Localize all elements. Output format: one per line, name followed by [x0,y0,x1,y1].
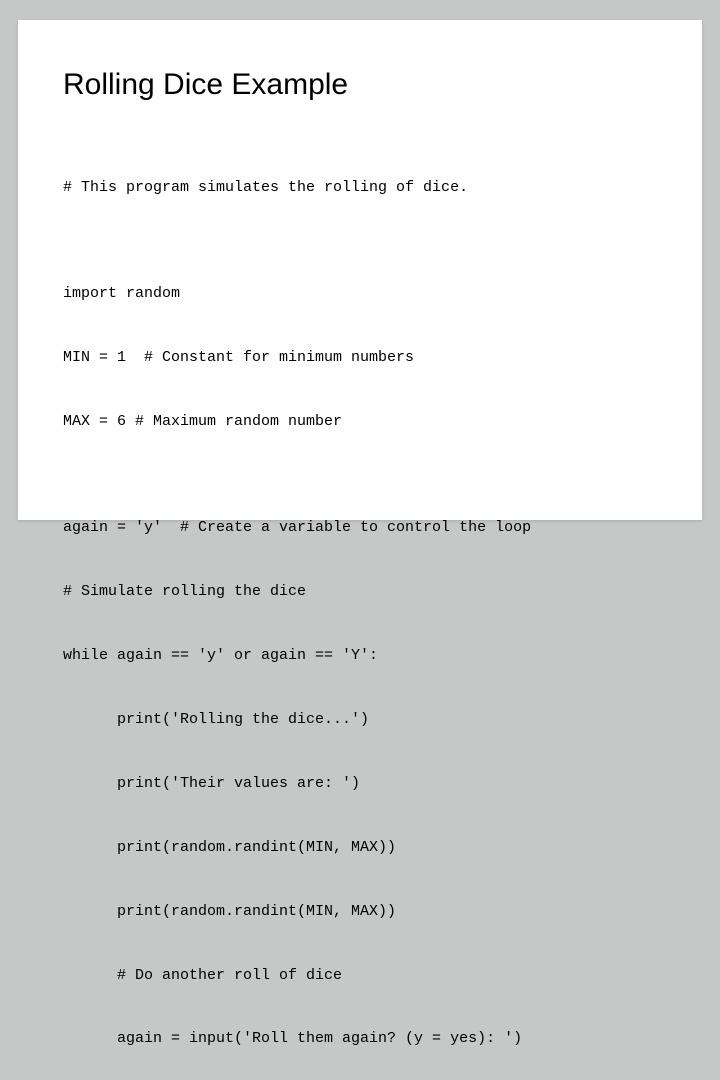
code-line: print(random.randint(MIN, MAX)) [63,901,657,922]
code-block: # This program simulates the rolling of … [63,134,657,1080]
code-line: MAX = 6 # Maximum random number [63,411,657,432]
code-line: # Simulate rolling the dice [63,581,657,602]
code-line: while again == 'y' or again == 'Y': [63,645,657,666]
code-line: again = input('Roll them again? (y = yes… [63,1028,657,1049]
slide: Rolling Dice Example # This program simu… [18,20,702,520]
code-line: print('Their values are: ') [63,773,657,794]
code-line: import random [63,283,657,304]
code-line: again = 'y' # Create a variable to contr… [63,517,657,538]
code-line: print(random.randint(MIN, MAX)) [63,837,657,858]
code-line: # Do another roll of dice [63,965,657,986]
code-line: # This program simulates the rolling of … [63,177,657,198]
page-title: Rolling Dice Example [63,68,657,102]
code-line: MIN = 1 # Constant for minimum numbers [63,347,657,368]
code-line: print('Rolling the dice...') [63,709,657,730]
